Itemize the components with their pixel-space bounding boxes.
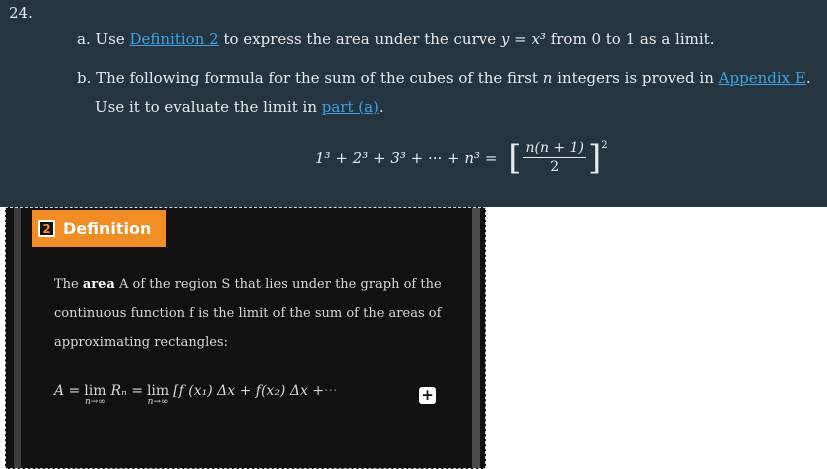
part-b-suffix: . (805, 69, 811, 87)
part-a-prefix: a. Use (77, 30, 130, 48)
definition-2-link[interactable]: Definition 2 (129, 30, 218, 48)
formula-exponent: 2 (601, 140, 608, 151)
definition-header: 2 Definition (32, 210, 166, 247)
definition-formula: A = lim n→∞ Rₙ = lim n→∞ [f (x₁) Δx + f(… (54, 383, 337, 407)
formula-rn: Rₙ = (110, 383, 143, 399)
curve-equation: y = x³ (500, 30, 546, 48)
problem-number: 24. (9, 4, 33, 22)
part-a-middle: to express the area under the curve (218, 30, 501, 48)
formula-faded-ellipsis: ··· (324, 383, 338, 399)
formula-a-lhs: A = (54, 383, 81, 399)
definition-bold-area: area (82, 277, 115, 292)
left-bracket: [ (497, 137, 522, 178)
formula-sum: [f (x₁) Δx + f(x₂) Δx + (173, 383, 325, 399)
definition-popup: 2 Definition The area A of the region S … (5, 207, 486, 469)
part-a-line: a. Use Definition 2 to express the area … (77, 30, 714, 48)
part-a-suffix-2: as a limit. (635, 30, 715, 48)
sum-of-cubes-formula: 1³ + 2³ + 3³ + ··· + n³ = [ n(n + 1) 2 ]… (315, 140, 608, 175)
part-b-line-1: b. The following formula for the sum of … (77, 69, 811, 87)
formula-fraction: n(n + 1) 2 (523, 140, 586, 175)
formula-lhs: 1³ + 2³ + 3³ + ··· + n³ = (315, 148, 498, 167)
part-b-line-2: Use it to evaluate the limit in part (a)… (95, 98, 384, 116)
formula-denominator: 2 (550, 159, 560, 175)
from-value: 0 (591, 30, 601, 48)
definition-number-badge: 2 (38, 220, 55, 237)
to-value: 1 (625, 30, 636, 48)
definition-text: The area A of the region S that lies und… (54, 270, 454, 357)
part-a-suffix-1: from (545, 30, 592, 48)
popup-scrollbar[interactable] (472, 208, 480, 468)
definition-title: Definition (63, 219, 152, 238)
formula-numerator: n(n + 1) (523, 140, 586, 158)
popup-left-bar (14, 208, 21, 468)
definition-text-1: The (54, 277, 83, 292)
limit-2-subscript: n→∞ (147, 397, 169, 407)
part-a-link[interactable]: part (a) (322, 98, 379, 116)
limit-2: lim n→∞ (147, 383, 169, 407)
part-b-line2-suffix: . (378, 98, 384, 116)
to-text: to (601, 30, 626, 48)
part-b-middle: integers is proved in (552, 69, 719, 87)
appendix-e-link[interactable]: Appendix E (719, 69, 806, 87)
expand-formula-button[interactable]: + (419, 387, 436, 404)
problem-panel: 24. a. Use Definition 2 to express the a… (0, 0, 827, 207)
part-b-line2-prefix: Use it to evaluate the limit in (95, 98, 322, 116)
limit-1: lim n→∞ (84, 383, 106, 407)
limit-1-subscript: n→∞ (84, 397, 106, 407)
right-bracket: ] (587, 137, 602, 178)
part-b-prefix: b. The following formula for the sum of … (77, 69, 543, 87)
variable-n: n (542, 69, 553, 87)
